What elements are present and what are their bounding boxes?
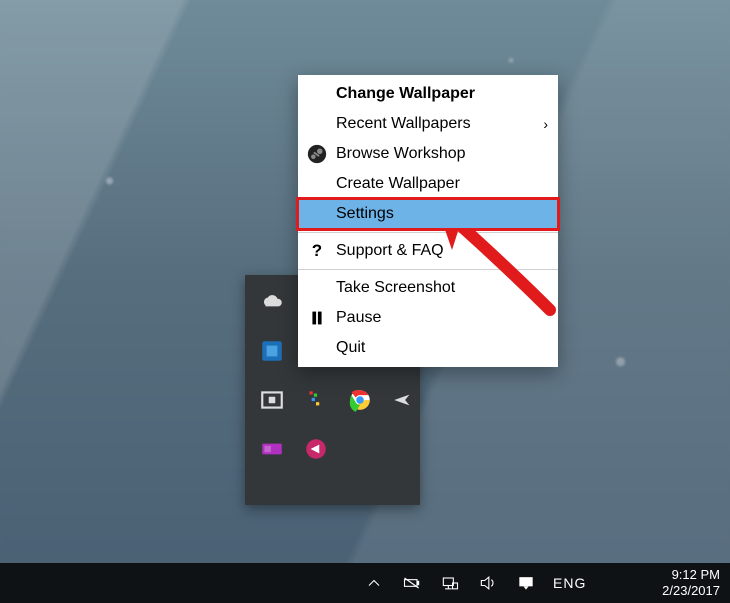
menu-pause[interactable]: Pause — [298, 303, 558, 333]
tray-recorder-icon[interactable] — [255, 432, 289, 466]
menu-item-label: Create Wallpaper — [336, 175, 548, 193]
volume-icon[interactable] — [475, 570, 501, 596]
tray-pixel-app-icon[interactable] — [299, 383, 333, 417]
menu-settings[interactable]: Settings — [298, 199, 558, 229]
steam-icon — [306, 143, 328, 165]
desktop-background: Change Wallpaper Recent Wallpapers › Bro… — [0, 0, 730, 603]
menu-item-label: Pause — [336, 309, 548, 327]
menu-change-wallpaper[interactable]: Change Wallpaper — [298, 79, 558, 109]
menu-item-label: Change Wallpaper — [336, 85, 548, 103]
wallpaper-engine-context-menu: Change Wallpaper Recent Wallpapers › Bro… — [298, 75, 558, 367]
action-center-icon[interactable] — [513, 570, 539, 596]
clock-time: 9:12 PM — [662, 567, 720, 583]
blank-icon — [306, 337, 328, 359]
menu-take-screenshot[interactable]: Take Screenshot — [298, 273, 558, 303]
blank-icon — [306, 83, 328, 105]
tray-onedrive-icon[interactable] — [255, 285, 289, 319]
menu-quit[interactable]: Quit — [298, 333, 558, 363]
menu-item-label: Support & FAQ — [336, 242, 548, 260]
menu-item-label: Recent Wallpapers — [336, 115, 543, 133]
pause-icon — [306, 307, 328, 329]
tray-jet-icon[interactable] — [387, 383, 421, 417]
menu-item-label: Settings — [336, 205, 548, 223]
question-icon: ? — [306, 240, 328, 262]
menu-browse-workshop[interactable]: Browse Workshop — [298, 139, 558, 169]
blank-icon — [306, 277, 328, 299]
tray-chevron-icon[interactable] — [361, 570, 387, 596]
taskbar: ENG 9:12 PM 2/23/2017 — [0, 563, 730, 603]
menu-separator — [298, 232, 558, 233]
menu-support-faq[interactable]: ? Support & FAQ — [298, 236, 558, 266]
blank-icon — [306, 203, 328, 225]
tray-intel-icon[interactable] — [255, 334, 289, 368]
clock-date: 2/23/2017 — [662, 583, 720, 599]
tray-circle-app-icon[interactable] — [299, 432, 333, 466]
language-indicator[interactable]: ENG — [553, 575, 586, 591]
menu-create-wallpaper[interactable]: Create Wallpaper — [298, 169, 558, 199]
blank-icon — [306, 173, 328, 195]
network-icon[interactable] — [437, 570, 463, 596]
menu-item-label: Take Screenshot — [336, 279, 548, 297]
menu-recent-wallpapers[interactable]: Recent Wallpapers › — [298, 109, 558, 139]
blank-icon — [306, 113, 328, 135]
tray-wallpaper-engine-icon[interactable] — [255, 383, 289, 417]
menu-item-label: Browse Workshop — [336, 145, 548, 163]
menu-separator — [298, 269, 558, 270]
taskbar-clock[interactable]: 9:12 PM 2/23/2017 — [662, 567, 720, 599]
battery-icon[interactable] — [399, 570, 425, 596]
submenu-arrow-icon: › — [543, 116, 548, 132]
menu-item-label: Quit — [336, 339, 548, 357]
tray-chrome-icon[interactable] — [343, 383, 377, 417]
